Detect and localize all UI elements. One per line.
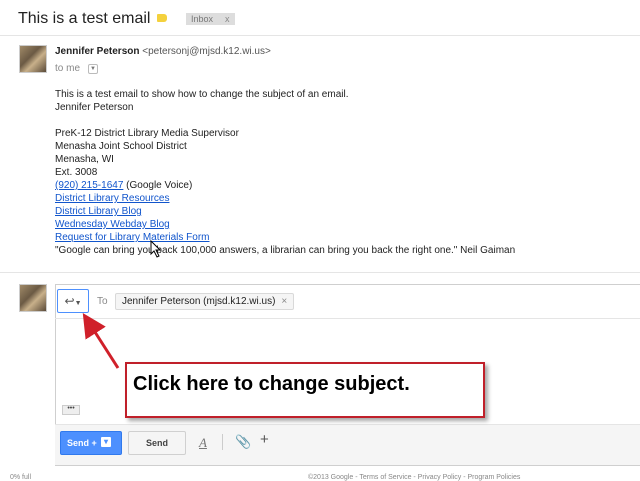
attach-file-icon[interactable]: 📎 <box>235 434 251 450</box>
body-gap <box>55 114 515 127</box>
link-district-library-blog[interactable]: District Library Blog <box>55 206 142 217</box>
recipient-chip-label: Jennifer Peterson (mjsd.k12.wi.us) <box>122 296 276 307</box>
important-label-icon[interactable] <box>157 14 167 22</box>
message-divider <box>0 272 640 273</box>
signature-line: Menasha Joint School District <box>55 141 187 152</box>
send-plus-button[interactable]: Send + ▾ <box>60 431 122 455</box>
reply-type-dropdown[interactable]: ↩▼ <box>57 289 89 313</box>
link-district-library-resources[interactable]: District Library Resources <box>55 193 169 204</box>
phone-link[interactable]: (920) 215-1647 <box>55 180 123 191</box>
signature-phone-line: (920) 215-1647 (Google Voice) <box>55 179 515 192</box>
my-avatar <box>19 284 47 312</box>
callout-text: Click here to change subject. <box>133 373 410 395</box>
header-divider <box>0 35 640 36</box>
send-plus-label: Send + <box>67 438 97 448</box>
sender-line: Jennifer Peterson <petersonj@mjsd.k12.wi… <box>55 46 271 57</box>
inbox-label-chip[interactable]: Inbox x <box>186 13 235 25</box>
toolbar-divider <box>222 434 223 450</box>
reply-arrow-icon: ↩ <box>64 294 75 308</box>
link-request-materials-form[interactable]: Request for Library Materials Form <box>55 232 210 243</box>
body-line: Jennifer Peterson <box>55 102 134 113</box>
formatting-options-icon[interactable]: A <box>199 435 207 451</box>
chevron-down-icon: ▼ <box>74 300 82 307</box>
signature-line: Menasha, WI <box>55 154 114 165</box>
archive-icon: ▾ <box>101 437 111 447</box>
thread-subject: This is a test email <box>18 10 151 27</box>
sender-name[interactable]: Jennifer Peterson <box>55 46 139 57</box>
remove-recipient-icon[interactable]: × <box>281 296 287 307</box>
send-button[interactable]: Send <box>128 431 186 455</box>
inbox-label-text: Inbox <box>191 14 214 24</box>
tutorial-callout: Click here to change subject. <box>125 362 485 418</box>
sender-avatar <box>19 45 47 73</box>
phone-suffix: (Google Voice) <box>123 180 193 191</box>
to-label: To <box>97 296 108 307</box>
signature-line: Ext. 3008 <box>55 167 98 178</box>
message-body: This is a test email to show how to chan… <box>55 88 515 257</box>
recipient-chip[interactable]: Jennifer Peterson (mjsd.k12.wi.us) × <box>115 293 295 310</box>
signature-line: PreK-12 District Library Media Superviso… <box>55 128 239 139</box>
recipient-line: to me <box>55 63 81 74</box>
composer-header-divider <box>55 318 640 319</box>
remove-label-icon[interactable]: x <box>225 14 230 24</box>
show-trimmed-content-button[interactable]: ••• <box>62 405 80 415</box>
body-line: This is a test email to show how to chan… <box>55 89 349 100</box>
mouse-cursor-icon <box>150 240 162 258</box>
insert-more-icon[interactable]: + <box>260 431 269 448</box>
link-wednesday-webday-blog[interactable]: Wednesday Webday Blog <box>55 219 170 230</box>
show-details-icon[interactable]: ▼ <box>88 64 98 74</box>
sender-email: <petersonj@mjsd.k12.wi.us> <box>142 46 271 57</box>
signature-quote: "Google can bring you back 100,000 answe… <box>55 245 516 256</box>
